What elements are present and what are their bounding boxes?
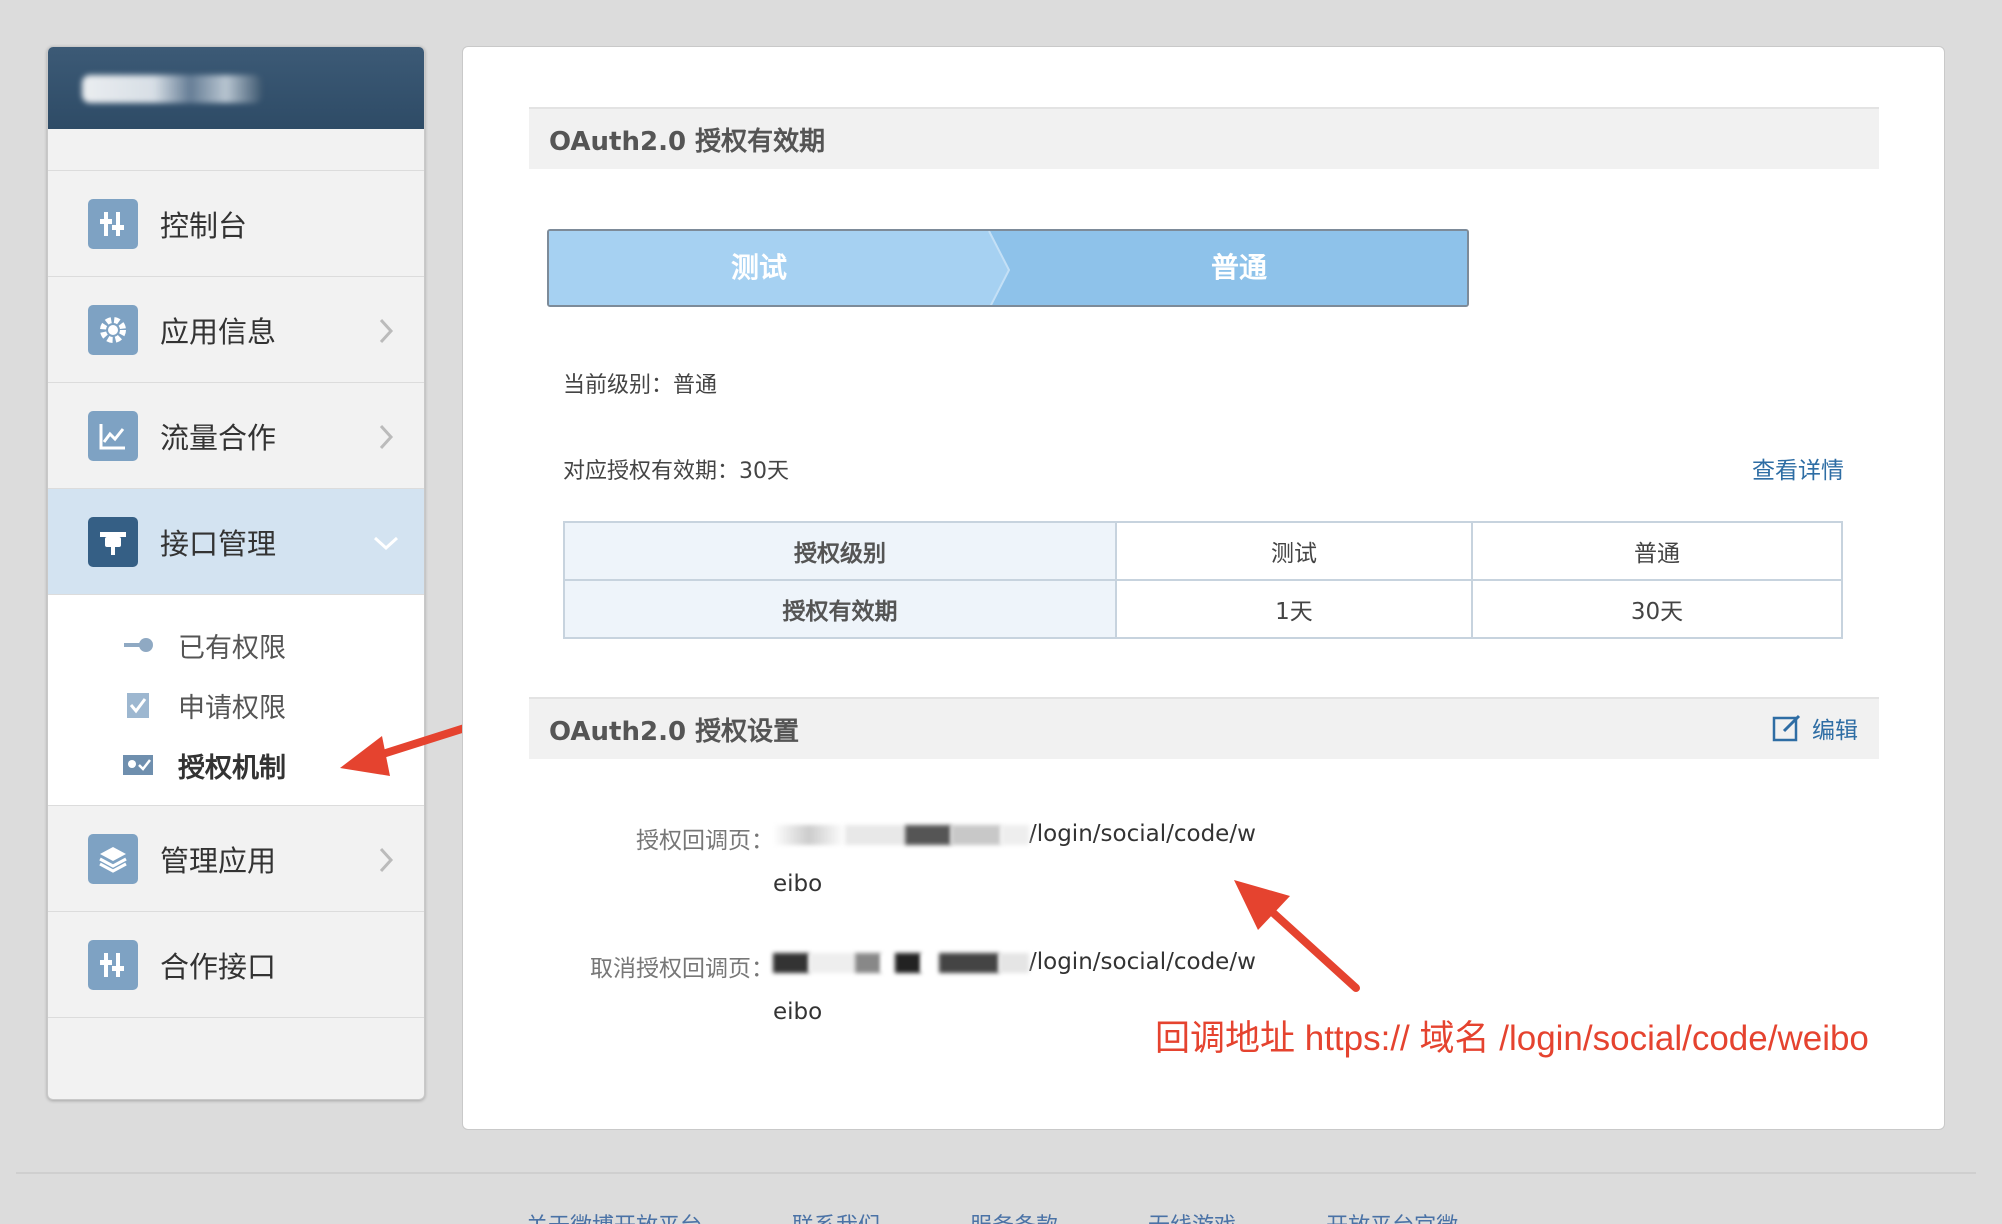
plug-icon <box>88 516 138 567</box>
chevron-right-icon <box>379 318 394 344</box>
sidebar-item-partner-api[interactable]: 合作接口 <box>48 912 424 1018</box>
callback-value: /login/social/code/w <box>773 821 1256 847</box>
sidebar-item-label: 管理应用 <box>160 843 277 878</box>
footer-link[interactable]: 服务条款 <box>970 1208 1058 1224</box>
table-cell: 30天 <box>1471 579 1843 639</box>
edit-button[interactable]: 编辑 <box>1772 711 1858 745</box>
callback-value-wrap: eibo <box>773 871 823 897</box>
table-header-cell: 授权级别 <box>563 521 1117 581</box>
sidebar-item-label: 应用信息 <box>160 314 277 349</box>
sidebar: 控制台 应用信息 流量合作 接口管理 已有权限 申请权限 授权机制 管理应用 合… <box>47 46 425 1100</box>
chevron-down-icon <box>373 536 399 551</box>
sidebar-item-console[interactable]: 控制台 <box>48 171 424 277</box>
section-validity-header: OAuth2.0 授权有效期 <box>529 107 1879 169</box>
sidebar-item-api-management[interactable]: 接口管理 <box>48 489 424 595</box>
validity-table: 授权级别 测试 普通 授权有效期 1天 30天 <box>563 521 1843 639</box>
id-card-icon <box>122 749 154 781</box>
current-level: 当前级别：普通 <box>563 373 718 398</box>
annotation-arrow-callback <box>1234 880 1360 992</box>
footer-link[interactable]: 联系我们 <box>792 1208 880 1224</box>
footer-link[interactable]: 开放平台官微 <box>1326 1208 1458 1224</box>
edit-icon <box>1772 714 1801 742</box>
step-normal: 普通 <box>1210 251 1267 284</box>
submenu-item-existing-permissions[interactable]: 已有权限 <box>48 615 424 675</box>
line-chart-icon <box>88 410 138 461</box>
section-title: OAuth2.0 授权有效期 <box>549 126 826 157</box>
step-test: 测试 <box>730 251 787 284</box>
sliders-icon <box>88 198 138 249</box>
sliders-icon <box>88 939 138 990</box>
footer-link[interactable]: 关于微博开放平台 <box>526 1208 702 1224</box>
submenu-item-label: 申请权限 <box>178 692 286 724</box>
sidebar-item-traffic[interactable]: 流量合作 <box>48 383 424 489</box>
table-row: 授权有效期 1天 30天 <box>563 579 1843 639</box>
table-cell: 1天 <box>1115 579 1473 639</box>
sidebar-item-label: 流量合作 <box>160 420 277 455</box>
footer-links: 关于微博开放平台 联系我们 服务条款 无线游戏 开放平台官微 <box>526 1208 1458 1224</box>
annotation-text: 回调地址 https:// 域名 /login/social/code/weib… <box>1155 1019 1869 1058</box>
view-details-link[interactable]: 查看详情 <box>1752 451 1844 485</box>
app-name <box>82 75 262 103</box>
sidebar-item-label: 合作接口 <box>160 949 277 984</box>
cancel-callback-value: /login/social/code/w <box>773 949 1256 975</box>
level-steps: 测试 普通 <box>547 229 1469 307</box>
layers-icon <box>88 833 138 884</box>
validity-period: 对应授权有效期：30天 <box>563 459 789 484</box>
sidebar-item-app-info[interactable]: 应用信息 <box>48 277 424 383</box>
table-cell: 测试 <box>1115 521 1473 581</box>
footer-link[interactable]: 无线游戏 <box>1148 1208 1236 1224</box>
table-row: 授权级别 测试 普通 <box>563 521 1843 581</box>
callback-label: 授权回调页： <box>636 828 774 854</box>
table-cell: 普通 <box>1471 521 1843 581</box>
sidebar-item-manage-apps[interactable]: 管理应用 <box>48 806 424 912</box>
gear-icon <box>88 304 138 355</box>
checklist-icon <box>122 689 154 721</box>
chevron-right-icon <box>379 424 394 450</box>
main-panel: OAuth2.0 授权有效期 测试 普通 当前级别：普通 对应授权有效期：30天… <box>462 46 1945 1130</box>
cancel-callback-label: 取消授权回调页： <box>590 956 774 982</box>
submenu-item-label: 授权机制 <box>178 752 286 784</box>
table-header-cell: 授权有效期 <box>563 579 1117 639</box>
submenu-item-label: 已有权限 <box>178 632 286 664</box>
chevron-right-icon <box>379 847 394 873</box>
edit-label: 编辑 <box>1812 718 1858 744</box>
section-settings-header: OAuth2.0 授权设置 <box>529 697 1879 759</box>
sidebar-item-label: 接口管理 <box>160 526 277 561</box>
sidebar-item-label: 控制台 <box>160 208 248 243</box>
cancel-callback-value-wrap: eibo <box>773 999 823 1025</box>
section-title: OAuth2.0 授权设置 <box>549 716 800 747</box>
key-icon <box>122 629 154 661</box>
sidebar-header <box>48 47 424 129</box>
